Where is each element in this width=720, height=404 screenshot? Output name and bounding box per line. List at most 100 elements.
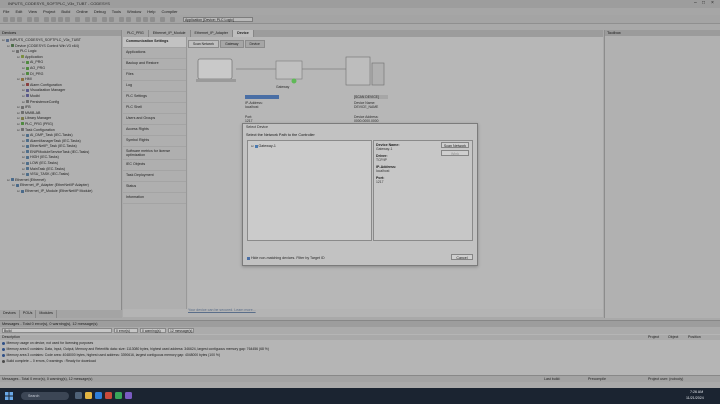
expand-icon[interactable]: ⊟ (22, 139, 25, 143)
expand-icon[interactable]: ⊟ (17, 55, 20, 59)
codesys-icon[interactable] (105, 392, 112, 399)
breakpoint-icon[interactable] (160, 17, 165, 22)
expand-icon[interactable]: ⊟ (22, 172, 25, 176)
file-explorer-icon[interactable] (85, 392, 92, 399)
menu-help[interactable]: Help (144, 8, 158, 15)
expand-icon[interactable]: ⊟ (2, 38, 5, 42)
expand-icon[interactable]: ⊟ (22, 83, 25, 87)
message-source-select[interactable]: Build (2, 328, 112, 333)
minimize-button[interactable]: – (694, 0, 697, 6)
errors-filter[interactable]: 0 error(s) (114, 328, 138, 333)
expand-icon[interactable]: ⊟ (22, 66, 25, 70)
menu-compiler[interactable]: Compiler (159, 8, 181, 15)
checkbox-checked-icon[interactable] (247, 256, 250, 260)
expand-icon[interactable]: ⊟ (22, 155, 25, 159)
edge-icon[interactable] (95, 392, 102, 399)
tab-modules[interactable]: Modules (36, 310, 57, 318)
nav-item[interactable]: Symbol Rights (123, 136, 186, 147)
settings-icon[interactable] (170, 17, 175, 22)
app-icon[interactable] (115, 392, 122, 399)
menu-file[interactable]: File (0, 8, 12, 15)
tab-device[interactable]: Device (233, 30, 254, 37)
nav-item[interactable]: Communication Settings (123, 37, 186, 48)
expand-icon[interactable]: ⊟ (17, 105, 20, 109)
message-row[interactable]: Build complete -- 0 errors, 0 warnings :… (0, 359, 720, 365)
tab-ethernet-ip-module[interactable]: Ethernet_IP_Module (148, 30, 191, 37)
expand-icon[interactable]: ⊟ (22, 167, 25, 171)
menu-window[interactable]: Window (124, 8, 144, 15)
menu-debug[interactable]: Debug (91, 8, 109, 15)
menu-online[interactable]: Online (73, 8, 91, 15)
expand-icon[interactable]: ⊟ (17, 122, 20, 126)
tree-item[interactable]: ⊟ Ethernet_IP_Module (EtherNet/IP Module) (2, 189, 92, 195)
login-icon[interactable] (102, 17, 107, 22)
menu-project[interactable]: Project (40, 8, 58, 15)
nav-item[interactable]: PLC Settings (123, 92, 186, 103)
redo-icon[interactable] (34, 17, 39, 22)
expand-icon[interactable]: ⊟ (22, 100, 25, 104)
expand-icon[interactable]: ⊟ (22, 94, 25, 98)
expand-icon[interactable]: ⊟ (7, 44, 10, 48)
step-over-icon[interactable] (136, 17, 141, 22)
undo-icon[interactable] (27, 17, 32, 22)
close-button[interactable]: × (711, 0, 714, 6)
wink-button[interactable]: Wink (441, 150, 469, 156)
nav-item[interactable]: Backup and Restore (123, 59, 186, 70)
expand-icon[interactable]: ⊟ (12, 183, 15, 187)
nav-item[interactable]: Software metrics for license optimizatio… (123, 147, 186, 160)
task-view-icon[interactable] (75, 392, 82, 399)
menu-view[interactable]: View (25, 8, 40, 15)
message-row[interactable]: Memory usage on device, not used for lic… (0, 341, 720, 347)
nav-item[interactable]: Files (123, 70, 186, 81)
message-row[interactable]: Memory area 0 contains: Data, Input, Out… (0, 347, 720, 353)
rebuild-icon[interactable] (92, 17, 97, 22)
paste-icon[interactable] (58, 17, 63, 22)
save-icon[interactable] (17, 17, 22, 22)
menu-build[interactable]: Build (58, 8, 73, 15)
expand-icon[interactable]: ⊟ (17, 77, 20, 81)
step-out-icon[interactable] (150, 17, 155, 22)
nav-item[interactable]: Access Rights (123, 125, 186, 136)
expand-icon[interactable]: ⊟ (22, 150, 25, 154)
expand-icon[interactable]: ⊟ (17, 128, 20, 132)
expand-icon[interactable]: ⊟ (17, 111, 20, 115)
tab-devices[interactable]: Devices (0, 310, 20, 318)
scan-network-button[interactable]: Scan Network (441, 142, 469, 148)
expand-icon[interactable]: ⊟ (22, 60, 25, 64)
start-icon[interactable] (5, 392, 13, 400)
build-icon[interactable] (85, 17, 90, 22)
maximize-button[interactable]: □ (702, 0, 705, 6)
nav-item[interactable]: Status (123, 182, 186, 193)
secure-device-link[interactable]: Your device can be secured. Learn more..… (188, 308, 256, 312)
expand-icon[interactable]: ⊟ (22, 144, 25, 148)
logout-icon[interactable] (109, 17, 114, 22)
copy-icon[interactable] (51, 17, 56, 22)
warnings-filter[interactable]: 0 warning(s) (140, 328, 166, 333)
tree-node-gateway[interactable]: ⊟ Gateway-1 (251, 144, 276, 148)
expand-icon[interactable]: ⊟ (22, 72, 25, 76)
tab-pous[interactable]: POUs (20, 310, 37, 318)
expand-icon[interactable]: ⊟ (17, 189, 20, 193)
nav-item[interactable]: PLC Shell (123, 103, 186, 114)
hide-nonmatching-checkbox[interactable]: Hide non-matching devices. Filter by Tar… (247, 256, 325, 260)
scan-network-tab[interactable]: Scan Network (188, 40, 220, 48)
nav-item[interactable]: IEC Objects (123, 160, 186, 171)
expand-icon[interactable]: ⊟ (22, 133, 25, 137)
menu-tools[interactable]: Tools (109, 8, 124, 15)
nav-item[interactable]: Task Deployment (123, 171, 186, 182)
expand-icon[interactable]: ⊟ (12, 49, 15, 53)
tab-ethernet-ip-adapter[interactable]: Ethernet_IP_Adapter (190, 30, 234, 37)
menu-edit[interactable]: Edit (12, 8, 25, 15)
stop-icon[interactable] (126, 17, 131, 22)
messages-filter[interactable]: 12 message(s) (168, 328, 194, 333)
delete-icon[interactable] (65, 17, 70, 22)
nav-item[interactable]: Applications (123, 48, 186, 59)
tab-plc-prg[interactable]: PLC_PRG (123, 30, 149, 37)
application-selector[interactable]: Application [Device: PLC Logic] (183, 17, 253, 22)
message-row[interactable]: Memory area 3 contains: Code area: 40480… (0, 353, 720, 359)
find-icon[interactable] (75, 17, 80, 22)
nav-item[interactable]: Information (123, 193, 186, 204)
device-tab[interactable]: Device (244, 40, 265, 48)
start-icon[interactable] (119, 17, 124, 22)
expand-icon[interactable]: ⊟ (17, 116, 20, 120)
